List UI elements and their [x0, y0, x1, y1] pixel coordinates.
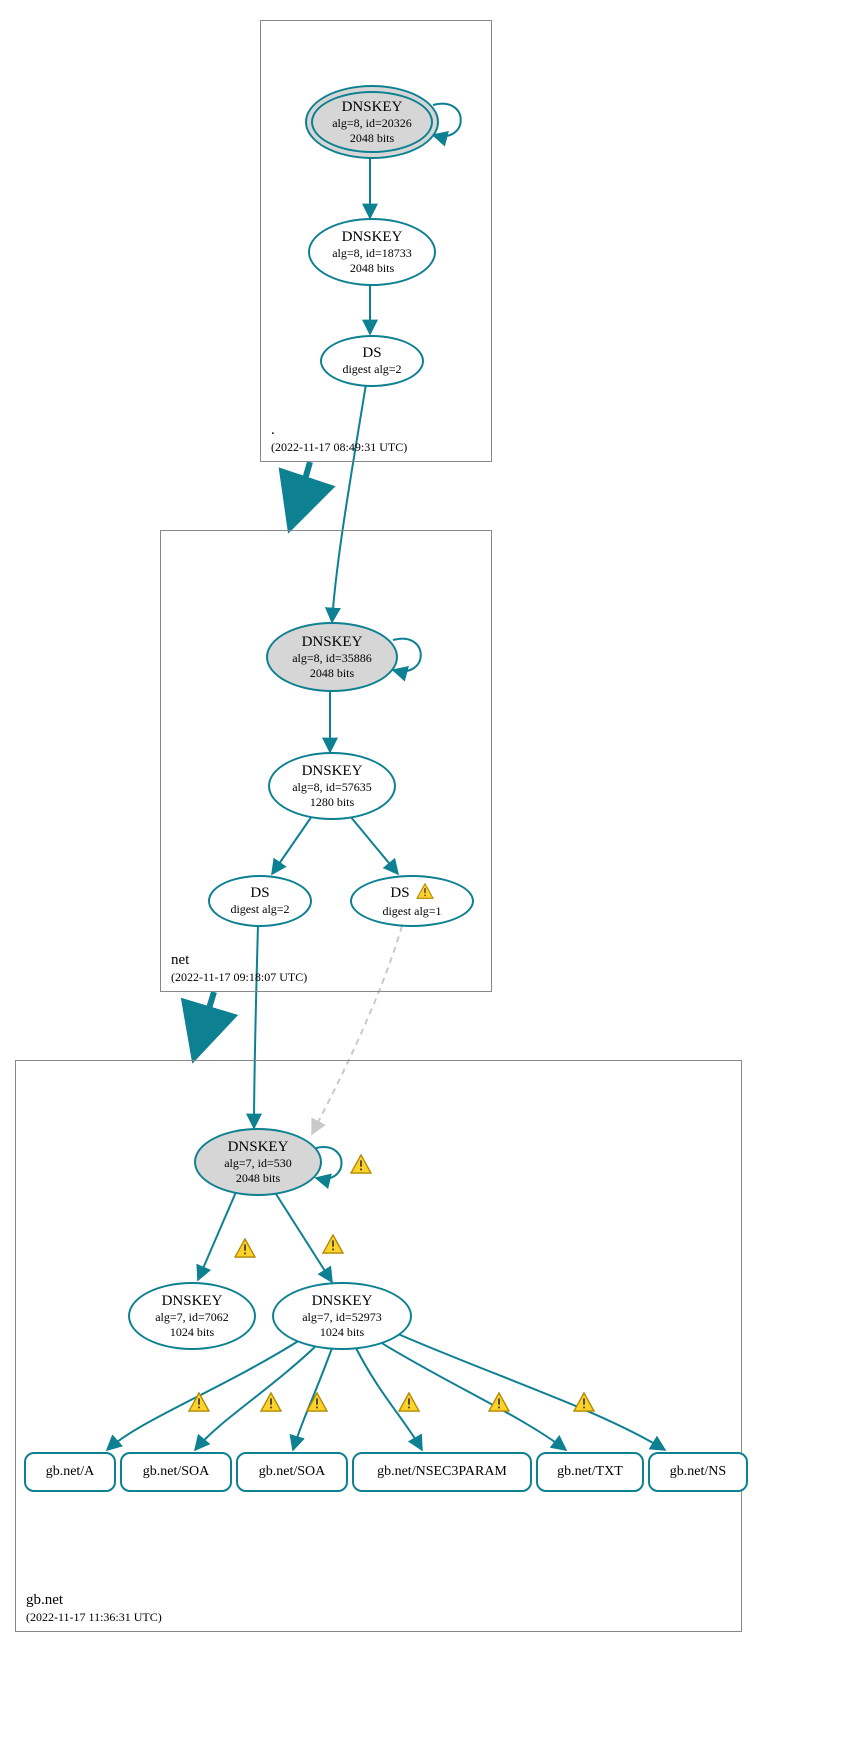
node-net-ds2-alg: digest alg=2	[230, 902, 289, 917]
node-net-zsk: DNSKEY alg=8, id=57635 1280 bits	[268, 752, 396, 820]
node-net-ds2: DS digest alg=2	[208, 875, 312, 927]
node-net-ksk: DNSKEY alg=8, id=35886 2048 bits	[266, 622, 398, 692]
node-root-zsk-title: DNSKEY	[342, 229, 403, 246]
node-net-ds1-alg: digest alg=1	[382, 904, 441, 919]
node-gb-ksk: DNSKEY alg=7, id=530 2048 bits	[194, 1128, 322, 1196]
zone-gbnet-timestamp: (2022-11-17 11:36:31 UTC)	[26, 1610, 162, 1625]
node-net-zsk-title: DNSKEY	[302, 763, 363, 780]
node-gb-zsk2-bits: 1024 bits	[320, 1325, 364, 1340]
node-net-zsk-bits: 1280 bits	[310, 795, 354, 810]
warning-icon	[416, 883, 434, 904]
node-gb-zsk1-bits: 1024 bits	[170, 1325, 214, 1340]
rrset-a: gb.net/A	[24, 1452, 116, 1492]
zone-root-label: . (2022-11-17 08:49:31 UTC)	[271, 421, 407, 455]
zone-root-timestamp: (2022-11-17 08:49:31 UTC)	[271, 440, 407, 455]
node-root-zsk: DNSKEY alg=8, id=18733 2048 bits	[308, 218, 436, 286]
node-net-ds1-title: DS	[390, 885, 409, 902]
node-root-zsk-bits: 2048 bits	[350, 261, 394, 276]
rrset-nsec3param: gb.net/NSEC3PARAM	[352, 1452, 532, 1492]
node-root-ds-title: DS	[362, 345, 381, 362]
node-gb-ksk-alg: alg=7, id=530	[224, 1156, 292, 1171]
node-gb-ksk-title: DNSKEY	[228, 1139, 289, 1156]
node-net-ksk-alg: alg=8, id=35886	[292, 651, 372, 666]
zone-gbnet: gb.net (2022-11-17 11:36:31 UTC)	[15, 1060, 742, 1632]
node-gb-zsk2: DNSKEY alg=7, id=52973 1024 bits	[272, 1282, 412, 1350]
node-gb-ksk-bits: 2048 bits	[236, 1171, 280, 1186]
node-gb-zsk1-title: DNSKEY	[162, 1293, 223, 1310]
node-root-zsk-alg: alg=8, id=18733	[332, 246, 412, 261]
node-root-ksk-title: DNSKEY	[342, 99, 403, 116]
rrset-soa2: gb.net/SOA	[236, 1452, 348, 1492]
node-gb-zsk2-alg: alg=7, id=52973	[302, 1310, 382, 1325]
rrset-txt: gb.net/TXT	[536, 1452, 644, 1492]
node-gb-zsk2-title: DNSKEY	[312, 1293, 373, 1310]
rrset-soa1: gb.net/SOA	[120, 1452, 232, 1492]
zone-gbnet-label: gb.net (2022-11-17 11:36:31 UTC)	[26, 1591, 162, 1625]
node-root-ds-alg: digest alg=2	[342, 362, 401, 377]
node-root-ksk-bits: 2048 bits	[350, 131, 394, 146]
zone-root-name: .	[271, 421, 407, 440]
node-net-ds1: DS digest alg=1	[350, 875, 474, 927]
node-gb-zsk1-alg: alg=7, id=7062	[155, 1310, 229, 1325]
node-net-ksk-title: DNSKEY	[302, 634, 363, 651]
rrset-ns: gb.net/NS	[648, 1452, 748, 1492]
node-net-ksk-bits: 2048 bits	[310, 666, 354, 681]
node-net-zsk-alg: alg=8, id=57635	[292, 780, 372, 795]
node-gb-zsk1: DNSKEY alg=7, id=7062 1024 bits	[128, 1282, 256, 1350]
zone-net-label: net (2022-11-17 09:18:07 UTC)	[171, 951, 307, 985]
node-root-ksk: DNSKEY alg=8, id=20326 2048 bits	[305, 85, 439, 159]
zone-net-timestamp: (2022-11-17 09:18:07 UTC)	[171, 970, 307, 985]
zone-gbnet-name: gb.net	[26, 1591, 162, 1610]
node-root-ds: DS digest alg=2	[320, 335, 424, 387]
diagram-canvas: { "colors": { "stroke": "#0d8091", "zone…	[0, 0, 843, 1742]
zone-net-name: net	[171, 951, 307, 970]
node-net-ds2-title: DS	[250, 885, 269, 902]
node-root-ksk-alg: alg=8, id=20326	[332, 116, 412, 131]
